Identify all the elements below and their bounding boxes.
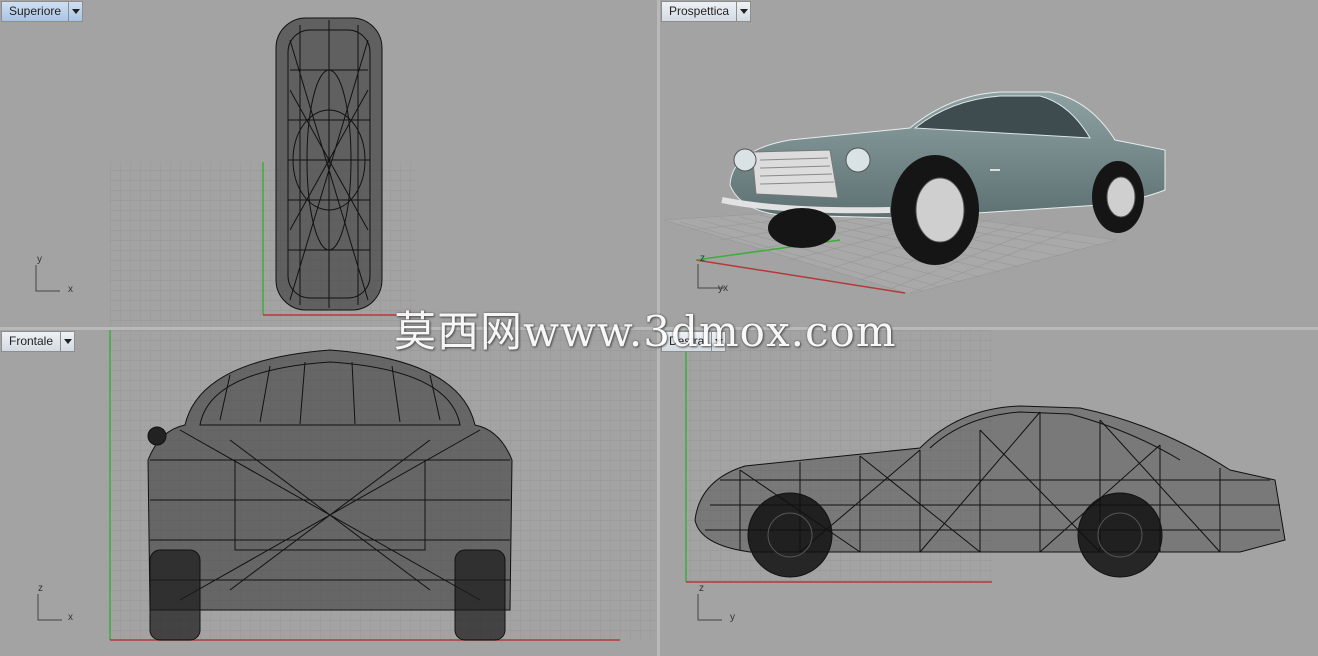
axis-label-v: z bbox=[699, 583, 704, 594]
watermark-text: 莫西网www.3dmox.com bbox=[394, 307, 897, 356]
right-view-canvas bbox=[685, 330, 1286, 583]
perspective-grid bbox=[663, 205, 1117, 295]
viewport-label: Frontale bbox=[9, 334, 54, 348]
viewport-label: Prospettica bbox=[669, 4, 730, 18]
viewport-right[interactable]: Destra z y bbox=[660, 330, 1318, 656]
axis-label-h: y bbox=[730, 612, 735, 623]
axis-label-h: x bbox=[68, 612, 73, 623]
viewport-front[interactable]: Frontale z x bbox=[0, 330, 657, 656]
viewport-tab-perspective[interactable]: Prospettica bbox=[661, 1, 752, 22]
viewport-tab-front[interactable]: Frontale bbox=[1, 331, 76, 352]
top-view-canvas bbox=[110, 17, 416, 327]
triangle-down-icon[interactable] bbox=[60, 332, 74, 351]
axis-label-h: x bbox=[68, 284, 73, 295]
car-wireframe-front bbox=[147, 349, 513, 641]
front-view-canvas bbox=[109, 330, 657, 641]
axis-label-h: yx bbox=[718, 283, 728, 294]
car-wireframe-top bbox=[275, 17, 383, 311]
axis-label-v: z bbox=[38, 583, 43, 594]
viewport-perspective[interactable]: Prospettica z yx bbox=[660, 0, 1318, 327]
viewport-label: Superiore bbox=[9, 4, 62, 18]
viewport-top[interactable]: Superiore y x bbox=[0, 0, 657, 327]
axis-label-v: y bbox=[37, 254, 42, 265]
perspective-view-canvas bbox=[663, 91, 1166, 295]
triangle-down-icon[interactable] bbox=[68, 2, 82, 21]
triangle-down-icon[interactable] bbox=[736, 2, 750, 21]
axis-label-v: z bbox=[700, 253, 705, 264]
viewport-tab-top[interactable]: Superiore bbox=[1, 1, 84, 22]
